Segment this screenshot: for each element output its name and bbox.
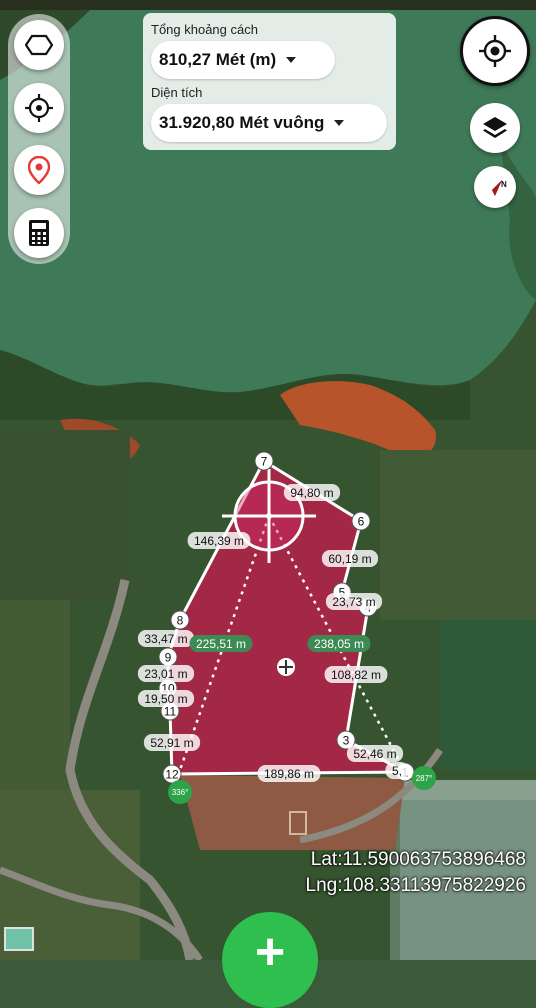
vertex-marker-7[interactable]: 7: [254, 451, 274, 471]
calculator-button[interactable]: [14, 208, 64, 258]
svg-text:146,39 m: 146,39 m: [194, 534, 244, 548]
chevron-down-icon: [334, 120, 345, 126]
distance-label: Tổng khoảng cách: [151, 22, 258, 37]
compass-button[interactable]: N: [474, 166, 516, 208]
bearing-badge: 336°: [168, 780, 192, 804]
edge-length-label: 5,: [385, 762, 409, 779]
vertex-number: 12: [165, 768, 179, 782]
my-location-icon: [479, 35, 511, 67]
polygon-icon: [25, 34, 53, 56]
move-cursor-icon[interactable]: [277, 658, 295, 676]
edge-length-label: 52,91 m: [143, 734, 201, 751]
svg-text:N: N: [501, 180, 507, 189]
vertex-marker-8[interactable]: 8: [170, 610, 190, 630]
calculator-icon: [29, 220, 49, 246]
crosshair-button[interactable]: [14, 83, 64, 133]
my-location-button[interactable]: [460, 16, 530, 86]
compass-icon: N: [486, 180, 507, 196]
longitude-readout: Lng:108.33113975822926: [305, 875, 527, 896]
distance-unit-select[interactable]: 810,27 Mét (m): [151, 41, 335, 79]
add-point-button[interactable]: +: [222, 912, 318, 1008]
edge-length-label: 19,50 m: [137, 690, 195, 707]
plus-icon: +: [254, 923, 286, 981]
area-value: 31.920,80 Mét vuông: [159, 113, 325, 132]
area-label: Diện tích: [151, 85, 203, 100]
layers-icon: [483, 117, 507, 138]
edge-length-label: 23,73 m: [325, 593, 383, 610]
distance-value: 810,27 Mét (m): [159, 50, 277, 69]
vertex-number: 3: [343, 734, 350, 748]
svg-text:94,80 m: 94,80 m: [290, 486, 333, 500]
map-pin-icon: [28, 156, 50, 184]
edge-length-label: 60,19 m: [321, 550, 379, 567]
crosshair-icon: [25, 94, 53, 122]
edge-length-label: 146,39 m: [187, 532, 251, 549]
svg-text:23,01 m: 23,01 m: [144, 667, 187, 681]
bearing-badge: 287°: [412, 766, 436, 790]
svg-text:52,91 m: 52,91 m: [150, 736, 193, 750]
svg-text:189,86 m: 189,86 m: [264, 767, 314, 781]
svg-text:5,: 5,: [392, 764, 402, 778]
vertex-number: 7: [261, 455, 268, 469]
measurement-card: Tổng khoảng cách 810,27 Mét (m) Diện tíc…: [143, 13, 396, 150]
svg-text:225,51 m: 225,51 m: [196, 637, 246, 651]
area-unit-select[interactable]: 31.920,80 Mét vuông: [151, 104, 387, 142]
edge-length-label: 33,47 m: [137, 630, 195, 647]
latitude-readout: Lat:11.590063753896468: [310, 849, 526, 870]
vertex-number: 9: [165, 651, 172, 665]
edge-length-label: 23,01 m: [137, 665, 195, 682]
svg-text:23,73 m: 23,73 m: [332, 595, 375, 609]
map-pin-button[interactable]: [14, 145, 64, 195]
chevron-down-icon: [286, 57, 297, 63]
diagonal-length-label: 225,51 m: [189, 635, 253, 652]
vertex-marker-9[interactable]: 9: [158, 647, 178, 667]
draw-polygon-button[interactable]: [14, 20, 64, 70]
svg-text:19,50 m: 19,50 m: [144, 692, 187, 706]
svg-text:238,05 m: 238,05 m: [314, 637, 364, 651]
edge-length-label: 189,86 m: [257, 765, 321, 782]
edge-length-label: 52,46 m: [346, 745, 404, 762]
edge-length-label: 94,80 m: [283, 484, 341, 501]
layers-button[interactable]: [470, 103, 520, 153]
diagonal-length-label: 238,05 m: [307, 635, 371, 652]
svg-text:60,19 m: 60,19 m: [328, 552, 371, 566]
vertex-number: 8: [177, 614, 184, 628]
vertex-marker-6[interactable]: 6: [351, 511, 371, 531]
vertex-number: 6: [358, 515, 365, 529]
svg-text:287°: 287°: [416, 774, 433, 783]
svg-text:52,46 m: 52,46 m: [353, 747, 396, 761]
svg-text:336°: 336°: [172, 788, 189, 797]
svg-text:108,82 m: 108,82 m: [331, 668, 381, 682]
inner-length-label: 108,82 m: [324, 666, 388, 683]
svg-text:33,47 m: 33,47 m: [144, 632, 187, 646]
